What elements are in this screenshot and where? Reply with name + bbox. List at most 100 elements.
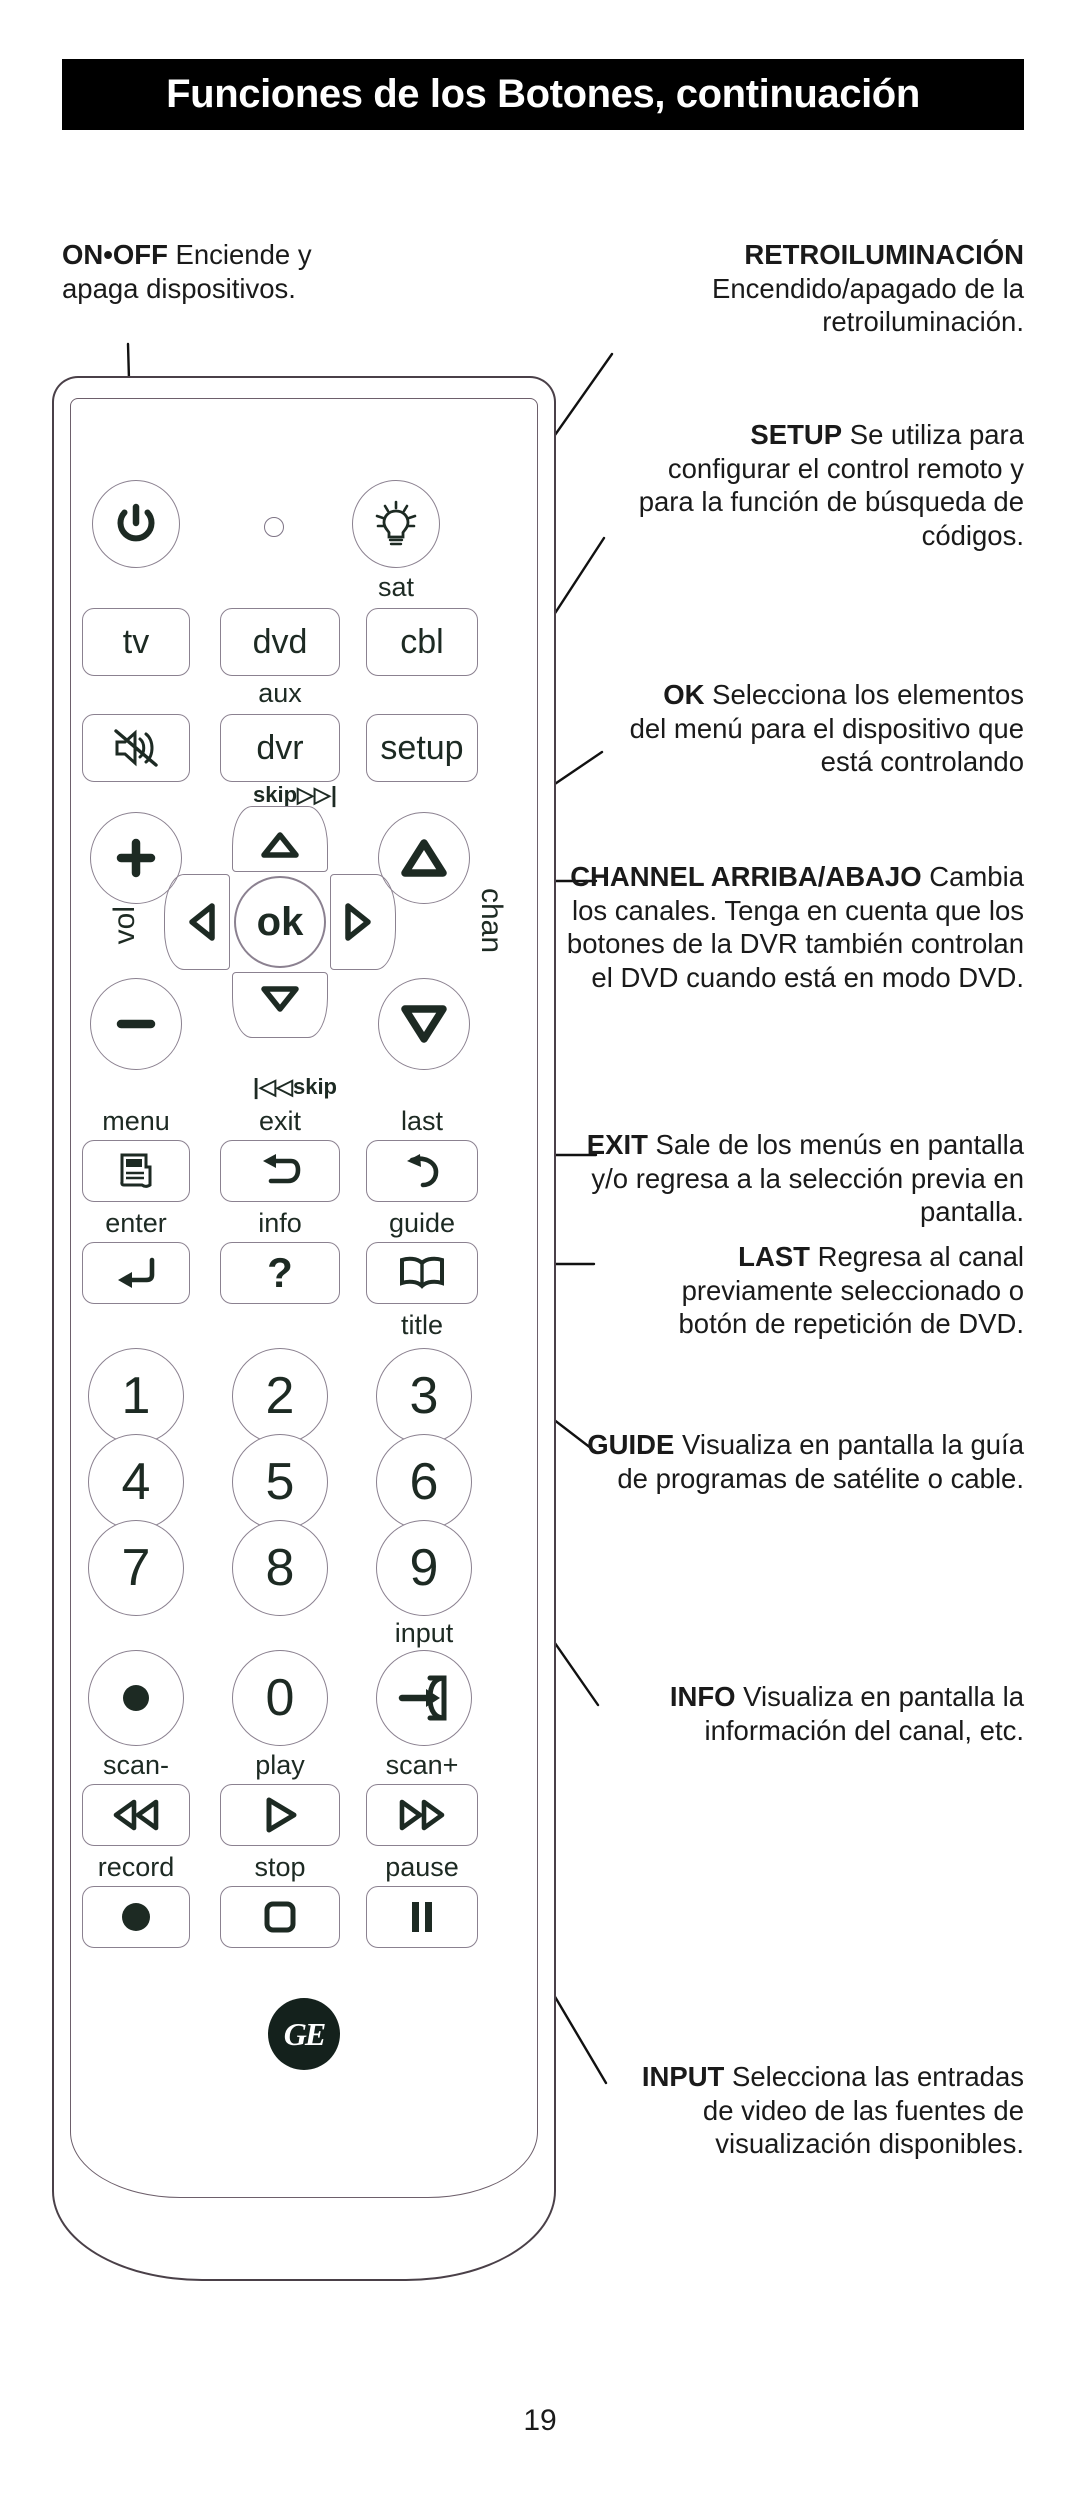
number-3-button[interactable]: 3	[376, 1348, 472, 1444]
dpad-up-button[interactable]	[232, 806, 328, 872]
led-indicator	[264, 517, 284, 537]
rewind-icon	[113, 1799, 159, 1831]
lightbulb-icon	[375, 500, 417, 546]
note-info: INFO Visualiza en pantalla la informació…	[614, 1680, 1024, 1747]
dvr-button[interactable]: dvr	[220, 714, 340, 782]
number-1-button[interactable]: 1	[88, 1348, 184, 1444]
fast-forward-button[interactable]	[366, 1784, 478, 1846]
play-icon	[266, 1797, 297, 1833]
page-title: Funciones de los Botones, continuación	[166, 72, 920, 116]
note-setup: SETUP Se utiliza para configurar el cont…	[634, 418, 1024, 552]
power-button[interactable]	[92, 480, 180, 568]
note-retroiluminacion: RETROILUMINACIÓN Encendido/apagado de la…	[576, 238, 1024, 339]
note-last-term: LAST	[738, 1241, 810, 1272]
caption-scan-minus: scan-	[102, 1750, 170, 1780]
enter-button[interactable]	[82, 1242, 190, 1304]
number-4-label: 4	[121, 1453, 151, 1511]
caption-input: input	[394, 1618, 454, 1648]
exit-button[interactable]	[220, 1140, 340, 1202]
number-5-label: 5	[265, 1453, 295, 1511]
backlight-button[interactable]	[352, 480, 440, 568]
input-button[interactable]	[376, 1650, 472, 1746]
note-input-term: INPUT	[641, 2061, 725, 2092]
number-7-button[interactable]: 7	[88, 1520, 184, 1616]
note-guide: GUIDE Visualiza en pantalla la guía de p…	[580, 1428, 1024, 1495]
mute-icon	[114, 729, 158, 767]
dpad-left-button[interactable]	[164, 874, 230, 970]
note-on-off: ON•OFF Enciende y apaga dispositivos.	[62, 238, 362, 305]
number-6-button[interactable]: 6	[376, 1434, 472, 1530]
note-on-off-term: ON•OFF	[62, 239, 168, 270]
dot-button[interactable]	[88, 1650, 184, 1746]
menu-button[interactable]	[82, 1140, 190, 1202]
last-return-arrow-icon	[407, 1154, 439, 1188]
dvd-button[interactable]: dvd	[220, 608, 340, 676]
note-last-body: Regresa al canal previamente seleccionad…	[678, 1241, 1025, 1340]
number-7-label: 7	[121, 1539, 151, 1597]
cbl-button-label: cbl	[400, 623, 444, 661]
number-0-label: 0	[265, 1669, 295, 1727]
last-button[interactable]	[366, 1140, 478, 1202]
caption-pause: pause	[385, 1852, 459, 1882]
number-1-label: 1	[121, 1367, 151, 1425]
cbl-button[interactable]: cbl	[366, 608, 478, 676]
page-number: 19	[523, 2404, 557, 2437]
ok-button-label: ok	[256, 900, 304, 944]
arrow-left-icon	[189, 903, 215, 941]
caption-aux: aux	[258, 678, 302, 708]
stop-button[interactable]	[220, 1886, 340, 1948]
tv-button-label: tv	[122, 623, 150, 661]
mute-button[interactable]	[82, 714, 190, 782]
note-info-body: Visualiza en pantalla la información del…	[704, 1681, 1024, 1746]
volume-down-button[interactable]	[90, 978, 182, 1070]
note-ok-term: OK	[663, 679, 705, 710]
caption-stop: stop	[254, 1852, 306, 1882]
play-button[interactable]	[220, 1784, 340, 1846]
note-guide-body: Visualiza en pantalla la guía de program…	[617, 1429, 1024, 1494]
pause-button[interactable]	[366, 1886, 478, 1948]
caption-skip-forward: skip▷▷|	[252, 782, 337, 807]
number-5-button[interactable]: 5	[232, 1434, 328, 1530]
dpad-down-button[interactable]	[232, 972, 328, 1038]
number-0-button[interactable]: 0	[232, 1650, 328, 1746]
note-ok: OK Selecciona los elementos del menú par…	[624, 678, 1024, 779]
enter-arrow-icon	[118, 1257, 155, 1288]
number-2-label: 2	[265, 1367, 295, 1425]
rewind-button[interactable]	[82, 1784, 190, 1846]
caption-info: info	[258, 1208, 302, 1238]
ge-logo-text: GE	[283, 2015, 326, 2052]
stop-icon	[264, 1901, 296, 1933]
number-9-button[interactable]: 9	[376, 1520, 472, 1616]
record-icon	[122, 1903, 150, 1931]
note-input: INPUT Selecciona las entradas de video d…	[624, 2060, 1024, 2161]
channel-down-button[interactable]	[378, 978, 470, 1070]
ok-button[interactable]: ok	[234, 876, 326, 968]
remote-control-diagram: sat tv dvd cbl aux dvr setup skip▷▷| ok …	[52, 376, 556, 2281]
arrow-up-icon	[261, 832, 299, 858]
caption-skip-back: |◁◁skip	[252, 1074, 337, 1099]
caption-play: play	[255, 1750, 305, 1780]
tv-button[interactable]: tv	[82, 608, 190, 676]
note-retro-term: RETROILUMINACIÓN	[744, 239, 1024, 270]
note-input-body: Selecciona las entradas de video de las …	[702, 2061, 1024, 2160]
caption-last: last	[400, 1106, 444, 1136]
caption-scan-plus: scan+	[385, 1750, 459, 1780]
dot-icon	[123, 1685, 149, 1711]
minus-icon	[116, 1019, 156, 1029]
info-button[interactable]: ?	[220, 1242, 340, 1304]
guide-button[interactable]	[366, 1242, 478, 1304]
note-setup-term: SETUP	[750, 419, 843, 450]
fast-forward-icon	[399, 1799, 445, 1831]
dpad-right-button[interactable]	[330, 874, 396, 970]
number-8-button[interactable]: 8	[232, 1520, 328, 1616]
number-2-button[interactable]: 2	[232, 1348, 328, 1444]
setup-button[interactable]: setup	[366, 714, 478, 782]
number-3-label: 3	[409, 1367, 439, 1425]
pause-icon	[412, 1902, 432, 1932]
triangle-up-icon	[401, 839, 447, 877]
record-button[interactable]	[82, 1886, 190, 1948]
note-exit-term: EXIT	[586, 1129, 648, 1160]
page-header-banner: Funciones de los Botones, continuación	[62, 59, 1024, 130]
number-4-button[interactable]: 4	[88, 1434, 184, 1530]
caption-sat: sat	[377, 572, 415, 602]
